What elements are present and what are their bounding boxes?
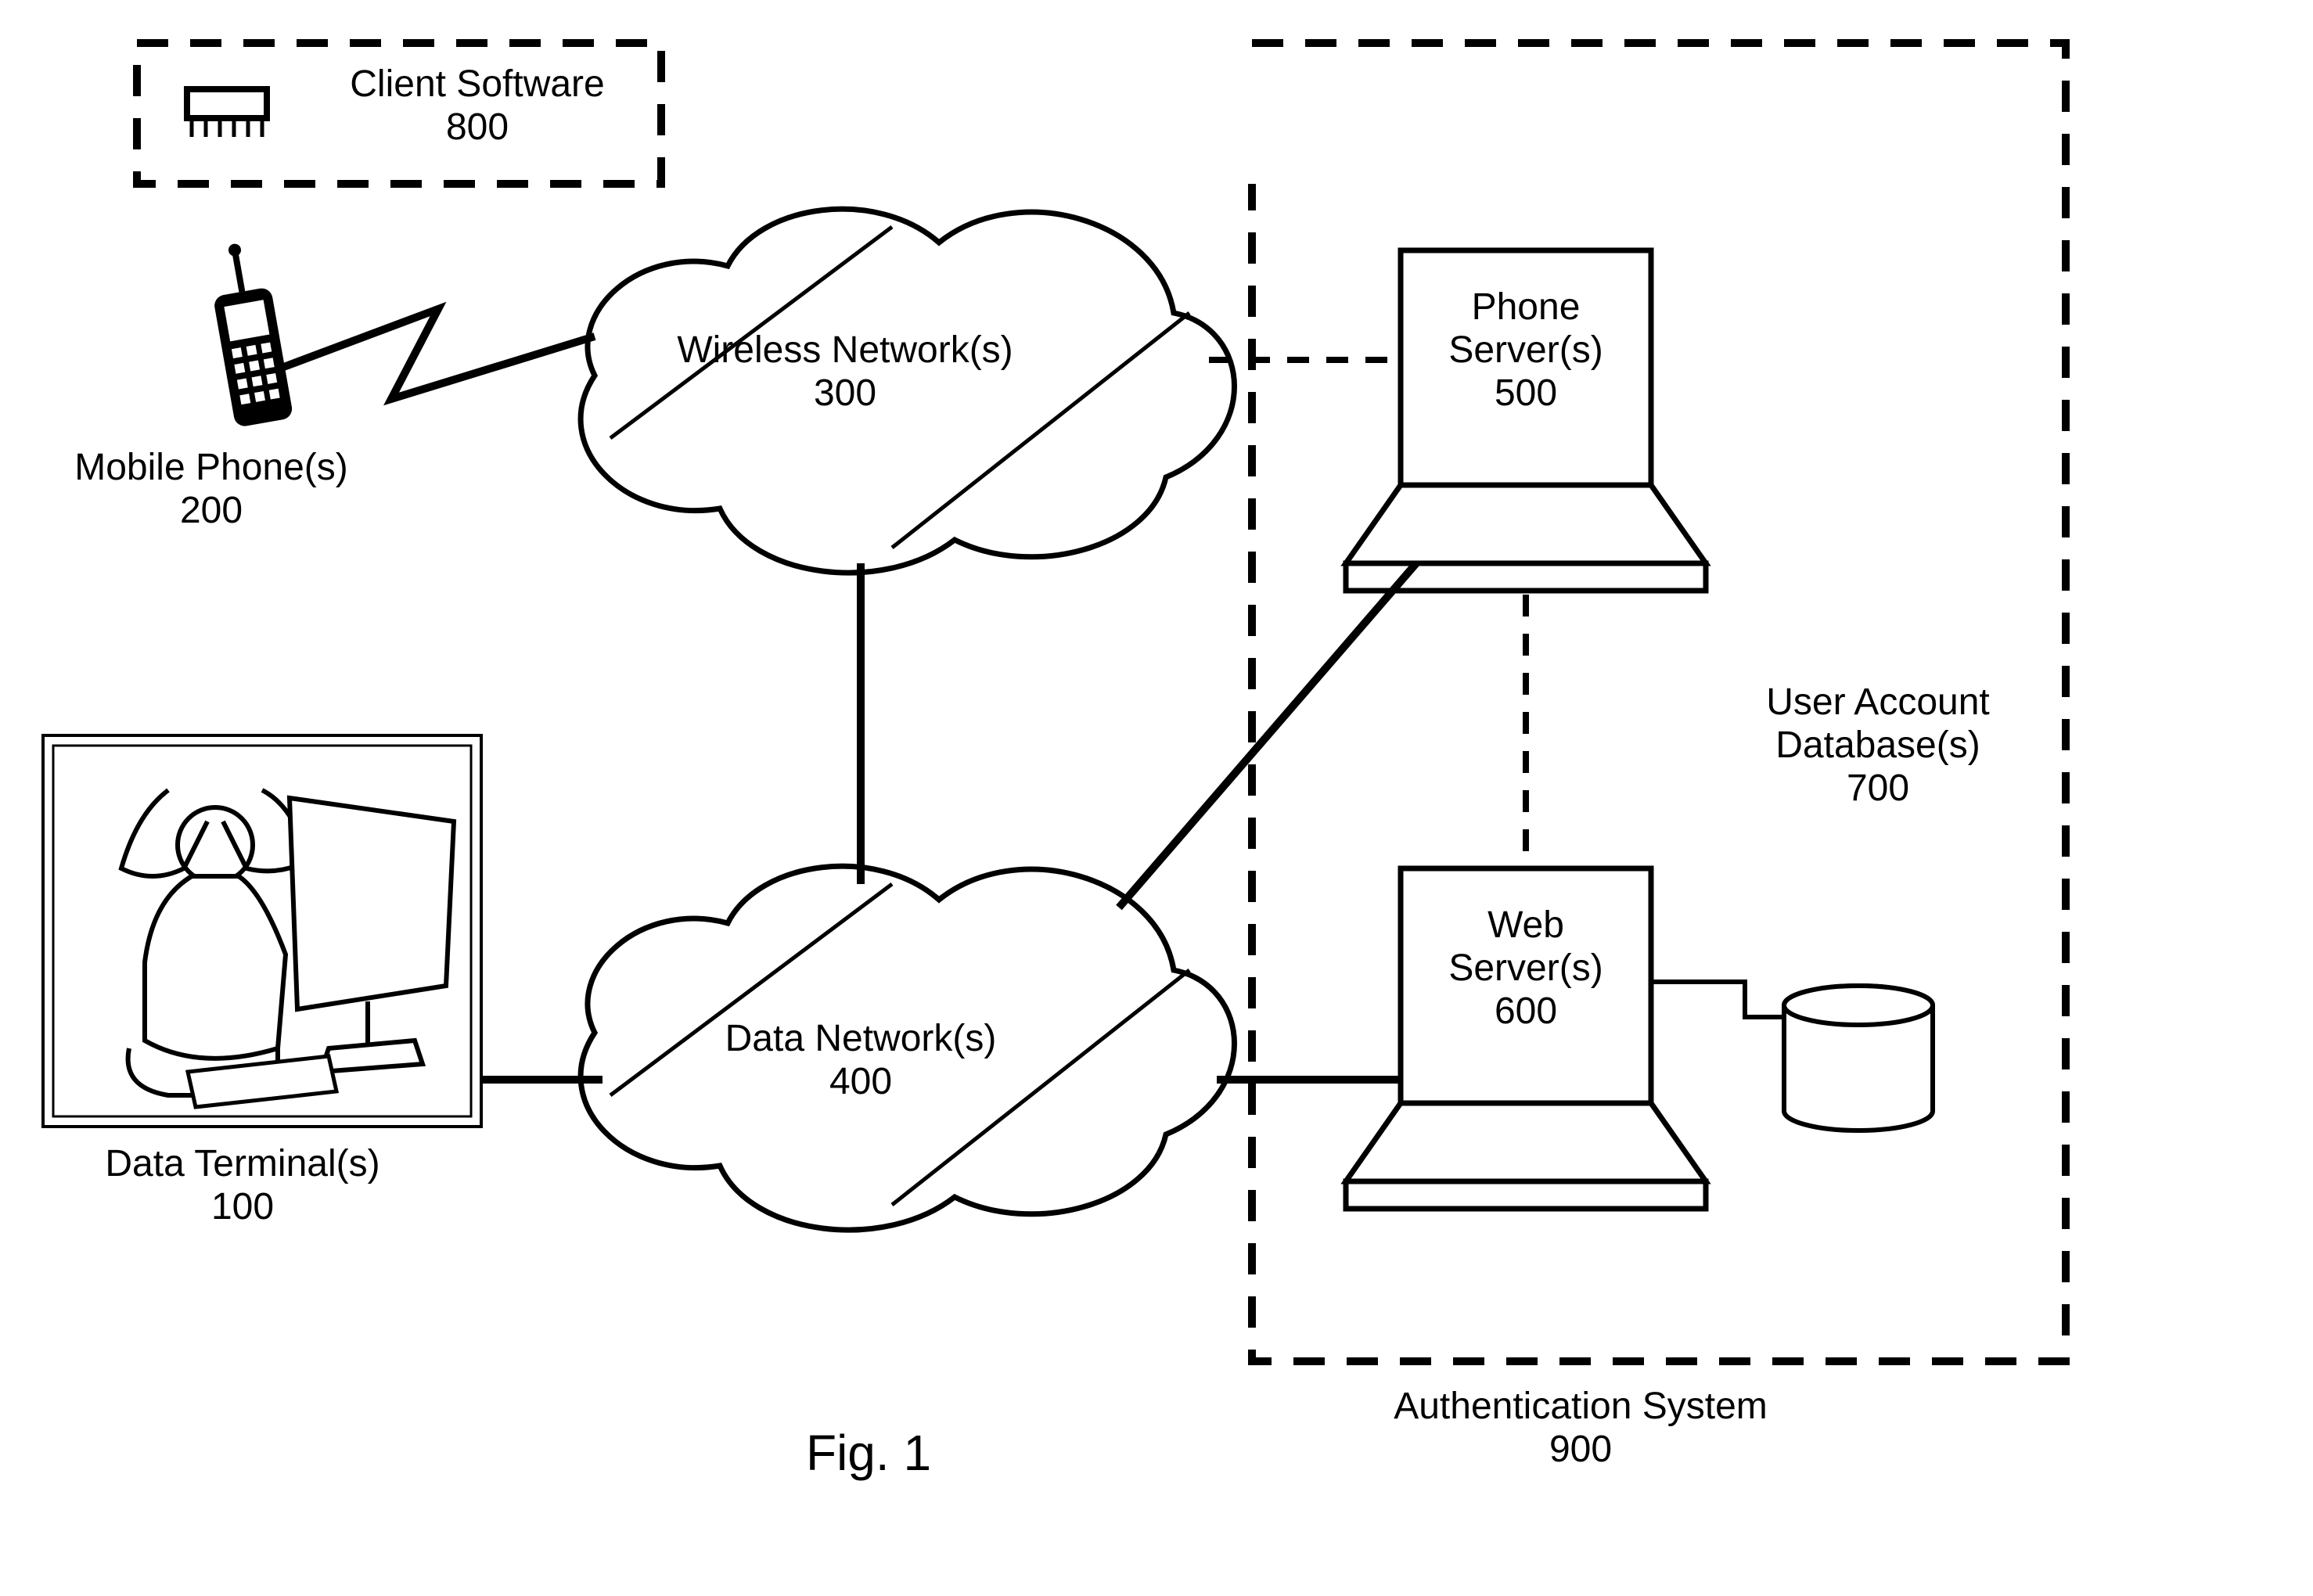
phone-server-ref: 500	[1495, 372, 1557, 414]
data-network-title: Data Network(s)	[725, 1018, 997, 1059]
phone-server-title: Phone	[1472, 286, 1581, 328]
link-phone-to-wireless	[282, 309, 595, 399]
data-terminal-ref: 100	[211, 1186, 274, 1228]
data-network-ref: 400	[829, 1061, 892, 1102]
figure-label-text: Fig. 1	[806, 1425, 931, 1481]
wireless-network-ref: 300	[814, 372, 876, 414]
wireless-network-label: Wireless Network(s) 300	[649, 329, 1041, 415]
web-server-ref: 600	[1495, 990, 1557, 1032]
user-db-subtitle: Database(s)	[1775, 724, 1980, 766]
client-software-label: Client Software 800	[313, 63, 642, 149]
data-terminal-icon	[43, 735, 481, 1127]
auth-system-title: Authentication System	[1394, 1386, 1768, 1427]
mobile-phone-label: Mobile Phone(s) 200	[55, 446, 368, 532]
diagram-canvas: Client Software 800 Mobile Phone(s) 200 …	[0, 0, 2313, 1596]
phone-server-subtitle: Server(s)	[1448, 329, 1603, 371]
data-terminal-label: Data Terminal(s) 100	[78, 1142, 407, 1228]
database-icon	[1784, 986, 1933, 1130]
data-network-label: Data Network(s) 400	[665, 1017, 1056, 1103]
wireless-network-title: Wireless Network(s)	[677, 329, 1013, 371]
web-server-subtitle: Server(s)	[1448, 947, 1603, 989]
mobile-phone-icon	[204, 239, 293, 427]
web-server-label: Web Server(s) 600	[1408, 904, 1643, 1033]
client-software-ref: 800	[446, 106, 509, 148]
web-server-title: Web	[1487, 904, 1564, 946]
link-datanet-to-phoneserver	[1119, 563, 1416, 908]
auth-system-ref: 900	[1549, 1429, 1612, 1470]
client-software-title: Client Software	[350, 63, 604, 105]
user-db-label: User Account Database(s) 700	[1721, 681, 2034, 811]
phone-server-label: Phone Server(s) 500	[1408, 286, 1643, 415]
mobile-phone-title: Mobile Phone(s)	[74, 447, 348, 488]
data-terminal-title: Data Terminal(s)	[105, 1143, 380, 1184]
chip-icon	[184, 86, 270, 137]
user-db-title: User Account	[1766, 681, 1989, 723]
link-webserver-to-db	[1651, 982, 1784, 1017]
figure-label: Fig. 1	[751, 1424, 986, 1482]
user-db-ref: 700	[1847, 767, 1909, 809]
mobile-phone-ref: 200	[180, 490, 243, 531]
auth-system-label: Authentication System 900	[1346, 1385, 1815, 1471]
